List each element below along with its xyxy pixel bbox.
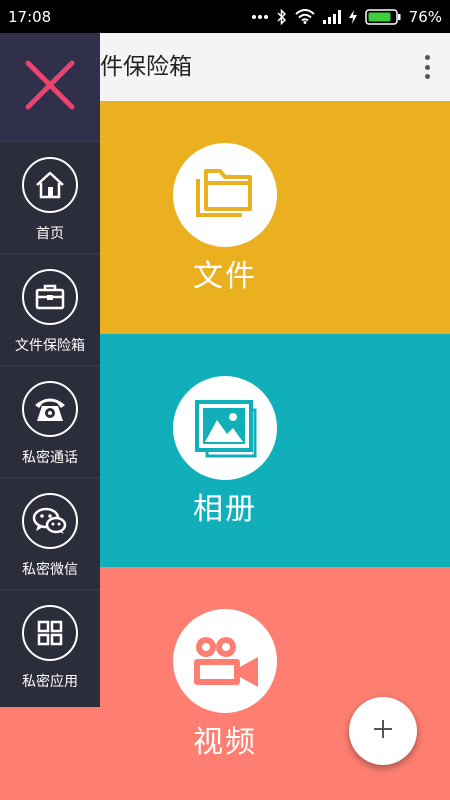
status-time: 17:08 xyxy=(8,7,52,26)
dot xyxy=(424,64,430,70)
phone-icon xyxy=(22,381,78,437)
dot xyxy=(424,74,430,79)
briefcase-icon xyxy=(22,269,78,325)
status-bar: 17:08 76% xyxy=(0,0,450,33)
video-camera-icon xyxy=(173,609,277,713)
charging-icon xyxy=(348,9,357,24)
menu-item-private-apps[interactable]: 私密应用 xyxy=(0,589,100,701)
menu-item-label: 文件保险箱 xyxy=(15,338,85,354)
menu-item-file-vault[interactable]: 文件保险箱 xyxy=(0,253,100,365)
battery-icon xyxy=(364,8,401,25)
close-icon xyxy=(22,57,78,117)
photo-icon xyxy=(173,376,277,480)
close-menu-button[interactable] xyxy=(0,33,100,141)
page-title: 件保险箱 xyxy=(100,54,192,80)
menu-item-private-call[interactable]: 私密通话 xyxy=(0,365,100,477)
side-menu: 首页 文件保险箱 私密通话 私密微信 私密应用 xyxy=(0,33,100,707)
menu-item-home[interactable]: 首页 xyxy=(0,141,100,253)
menu-item-label: 私密微信 xyxy=(22,562,78,578)
menu-item-label: 首页 xyxy=(36,226,64,242)
bluetooth-icon xyxy=(277,8,287,25)
apps-grid-icon xyxy=(22,605,78,661)
plus-icon xyxy=(372,718,394,744)
wechat-icon xyxy=(22,493,78,549)
dot xyxy=(424,55,430,60)
more-dots-icon xyxy=(251,14,269,20)
battery-percent: 76% xyxy=(408,7,442,26)
status-icons: 76% xyxy=(251,8,442,26)
menu-item-label: 私密应用 xyxy=(22,674,78,690)
menu-item-label: 私密通话 xyxy=(22,450,78,466)
add-button[interactable] xyxy=(349,697,417,765)
menu-item-private-wechat[interactable]: 私密微信 xyxy=(0,477,100,589)
signal-icon xyxy=(322,9,341,24)
folder-icon xyxy=(173,143,277,247)
wifi-icon xyxy=(294,9,315,24)
overflow-menu-button[interactable] xyxy=(418,53,436,81)
home-icon xyxy=(22,157,78,213)
